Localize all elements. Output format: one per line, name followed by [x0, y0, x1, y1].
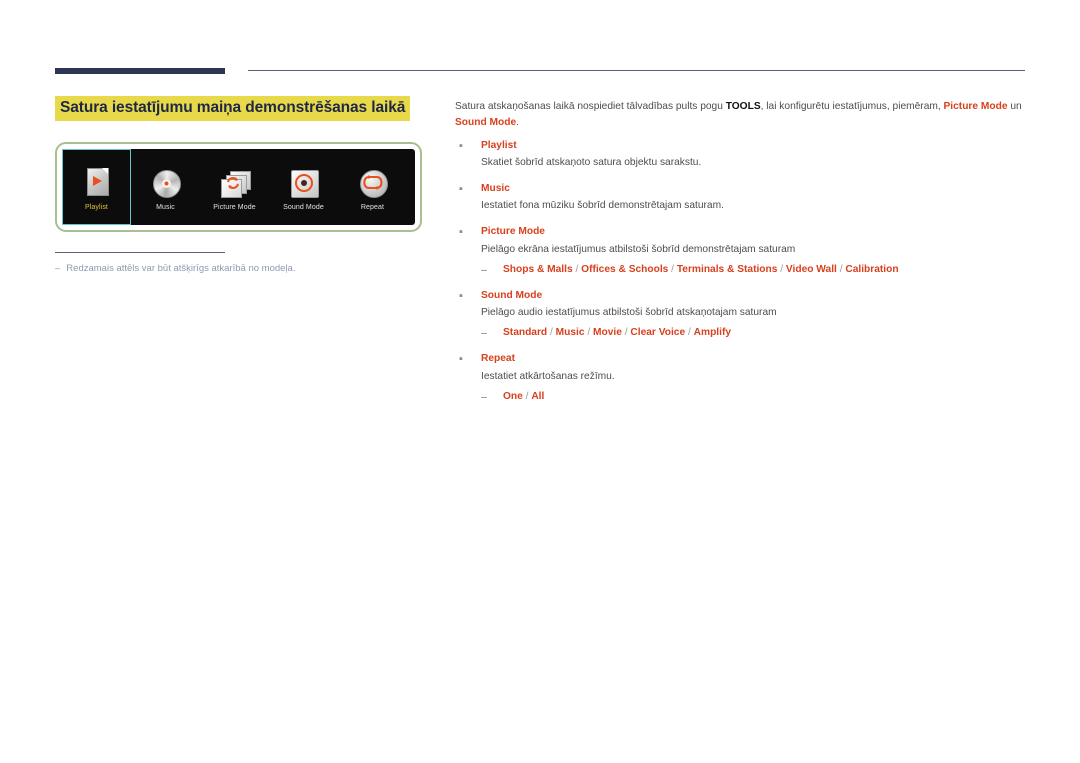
screen-item-sound-mode[interactable]: Sound Mode	[269, 149, 338, 225]
setting-item-description: Pielāgo audio iestatījumus atbilstoši šo…	[481, 307, 777, 319]
bullet-marker-icon: ▪	[459, 182, 463, 195]
setting-item-description: Iestatiet atkārtošanas režīmu.	[481, 370, 615, 382]
repeat-arrows-icon	[362, 174, 382, 190]
intro-part1: Satura atskaņošanas laikā nospiediet tāl…	[455, 101, 726, 112]
footnote-text: Redzamais attēls var būt atšķirīgs atkar…	[66, 263, 296, 274]
option-dash-icon: ‒	[481, 263, 487, 276]
intro-sound-mode: Sound Mode	[455, 116, 517, 128]
setting-item-options-row: ‒ Shops & Malls / Offices & Schools / Ter…	[481, 262, 1027, 278]
setting-item-title: Repeat	[481, 353, 515, 365]
setting-item-options-row: ‒ Standard / Music / Movie / Clear Voice …	[481, 325, 1027, 341]
option-dash-icon: ‒	[481, 327, 487, 340]
screen-item-music[interactable]: Music	[131, 149, 200, 225]
option-name: Music	[555, 327, 585, 339]
intro-part4: .	[516, 116, 519, 128]
option-name: Movie	[593, 327, 622, 339]
setting-item: ▪ Picture Mode Pielāgo ekrāna iestatījumus…	[455, 224, 1027, 278]
option-name: Offices & Schools	[581, 263, 669, 275]
setting-item-header: ▪ Picture Mode	[455, 224, 1027, 241]
setting-item: ▪ Repeat Iestatiet atkārtošanas režīmu. ‒ On…	[455, 351, 1027, 405]
display-screen: Playlist Music Picture Mode Sound Mode R…	[62, 149, 415, 225]
option-separator: /	[668, 263, 677, 275]
tools-button-name: TOOLS	[725, 101, 761, 112]
setting-item-title: Playlist	[481, 139, 517, 151]
setting-item-header: ▪ Playlist	[455, 138, 1027, 155]
picture-mode-stacked-cards-refresh-icon	[218, 166, 252, 200]
footnote: ‒ Redzamais attēls var būt atšķirīgs atk…	[55, 262, 425, 275]
option-name: Clear Voice	[630, 327, 686, 339]
option-separator: /	[685, 327, 694, 339]
playlist-document-play-icon	[80, 166, 114, 200]
setting-item-options: Shops & Malls / Offices & Schools / Term…	[503, 262, 899, 278]
screen-item-label: Playlist	[85, 203, 108, 211]
right-column: Satura atskaņošanas laikā nospiediet tāl…	[455, 99, 1027, 415]
option-separator: /	[547, 327, 556, 339]
screen-item-label: Picture Mode	[213, 203, 256, 211]
option-separator: /	[584, 327, 594, 339]
screen-item-label: Repeat	[360, 203, 385, 211]
setting-item-description: Skatiet šobrīd atskaņoto satura objektu …	[481, 157, 702, 169]
bullet-marker-icon: ▪	[459, 353, 463, 366]
setting-item-options: Standard / Music / Movie / Clear Voice /…	[503, 325, 731, 341]
screen-item-playlist[interactable]: Playlist	[62, 149, 131, 225]
setting-item-header: ▪ Sound Mode	[455, 288, 1027, 305]
option-name: Video Wall	[785, 263, 837, 275]
music-cd-disc-icon	[149, 166, 183, 200]
intro-part3: un	[1007, 101, 1022, 112]
option-name: Standard	[503, 327, 548, 339]
header-rule-thick	[55, 68, 225, 74]
header-rule-thin	[248, 70, 1025, 72]
setting-item-description: Iestatiet fona mūziku šobrīd demonstrēta…	[481, 200, 724, 212]
setting-item-title: Music	[481, 182, 510, 194]
option-dash-icon: ‒	[481, 390, 487, 403]
setting-item-options: One / All	[503, 389, 544, 405]
page-title: Satura iestatījumu maiņa demonstrēšanas …	[55, 96, 411, 121]
settings-list: ▪ Playlist Skatiet šobrīd atskaņoto satura…	[455, 138, 1027, 405]
option-name: Calibration	[845, 263, 899, 275]
setting-item: ▪ Music Iestatiet fona mūziku šobrīd demon…	[455, 181, 1027, 214]
setting-item-header: ▪ Repeat	[455, 351, 1027, 368]
option-name: Shops & Malls	[503, 263, 573, 275]
intro-picture-mode: Picture Mode	[943, 101, 1008, 112]
bullet-marker-icon: ▪	[459, 226, 463, 239]
bullet-marker-icon: ▪	[459, 289, 463, 302]
screen-item-repeat[interactable]: Repeat	[338, 149, 407, 225]
option-name: One	[503, 390, 523, 402]
setting-item: ▪ Sound Mode Pielāgo audio iestatījumus at…	[455, 288, 1027, 342]
setting-item: ▪ Playlist Skatiet šobrīd atskaņoto satura…	[455, 138, 1027, 171]
screen-item-picture-mode[interactable]: Picture Mode	[200, 149, 269, 225]
option-separator: /	[572, 263, 582, 275]
intro-paragraph: Satura atskaņošanas laikā nospiediet tāl…	[455, 99, 1027, 131]
footnote-divider	[55, 252, 225, 254]
setting-item-title: Sound Mode	[481, 289, 543, 301]
screen-item-label: Music	[156, 203, 175, 211]
setting-item-description: Pielāgo ekrāna iestatījumus atbilstoši š…	[481, 243, 796, 255]
bullet-marker-icon: ▪	[459, 139, 463, 152]
option-name: Terminals & Stations	[676, 263, 778, 275]
setting-item-title: Picture Mode	[481, 226, 545, 238]
option-name: Amplify	[693, 327, 732, 339]
intro-part2: , lai konfigurētu iestatījumus, piemēram…	[760, 101, 944, 112]
left-column: Satura iestatījumu maiņa demonstrēšanas …	[55, 96, 435, 121]
option-separator: /	[777, 263, 786, 275]
display-mock-frame: Playlist Music Picture Mode Sound Mode R…	[55, 142, 422, 232]
screen-item-label: Sound Mode	[283, 203, 324, 211]
repeat-loop-icon	[356, 166, 390, 200]
setting-item-header: ▪ Music	[455, 181, 1027, 198]
sound-mode-speaker-ring-icon	[287, 166, 321, 200]
refresh-arrows-icon	[226, 176, 239, 189]
setting-item-options-row: ‒ One / All	[481, 389, 1027, 405]
footnote-dash: ‒	[55, 263, 61, 274]
option-name: All	[531, 390, 545, 402]
